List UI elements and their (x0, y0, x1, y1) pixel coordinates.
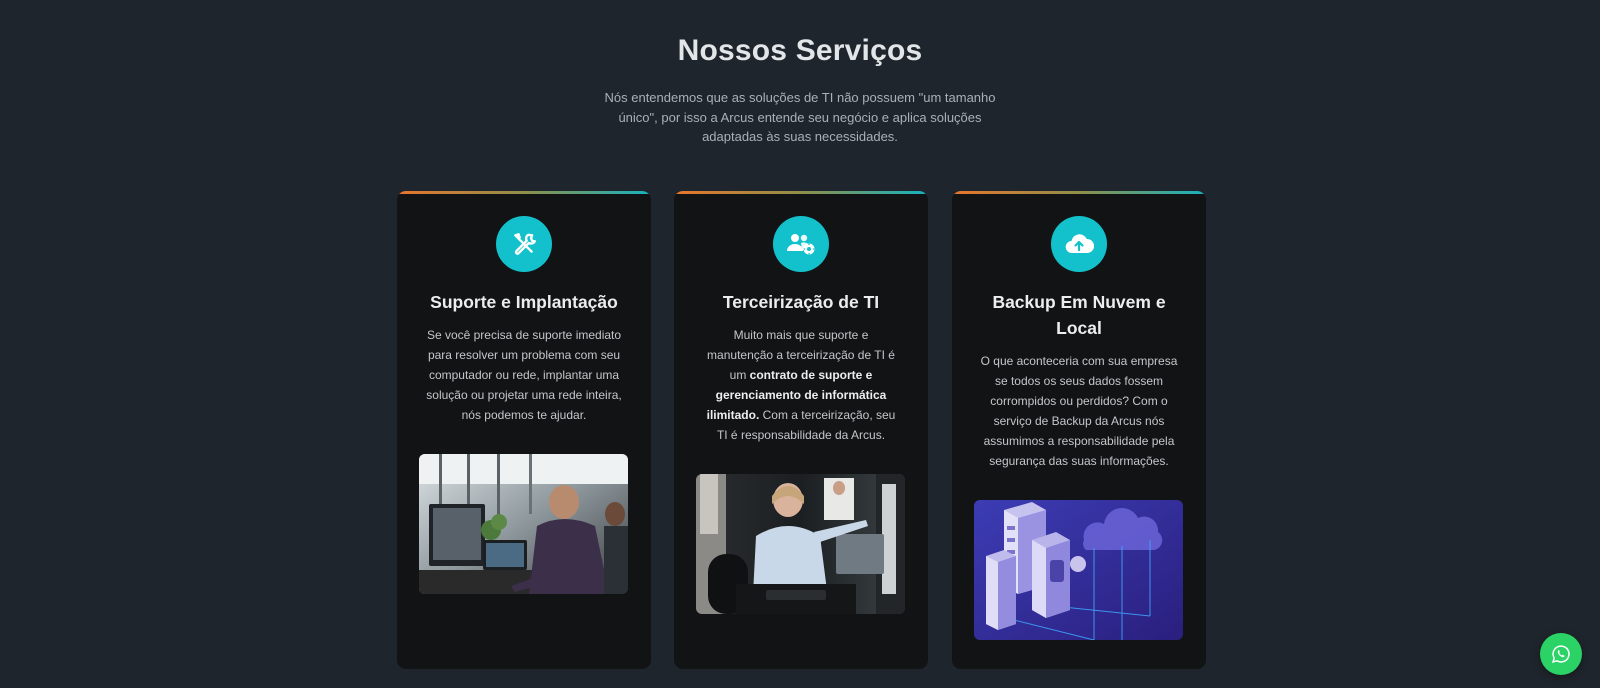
card-title: Backup Em Nuvem e Local (992, 292, 1166, 338)
card-title: Suporte e Implantação (430, 292, 618, 312)
cloud-servers-illustration (974, 500, 1183, 640)
card-description: Se você precisa de suporte imediato para… (426, 328, 622, 422)
section-title: Nossos Serviços (677, 34, 923, 67)
card-accent-bar (674, 191, 928, 194)
users-gear-icon (773, 216, 829, 272)
tools-icon (496, 216, 552, 272)
service-card-backup: Backup Em Nuvem e Local O que aconteceri… (952, 191, 1206, 669)
woman-pointing-at-screen-photo (696, 474, 905, 614)
cloud-upload-icon (1051, 216, 1107, 272)
section-intro: Nós entendemos que as soluções de TI não… (604, 90, 996, 144)
card-accent-bar (397, 191, 651, 194)
person-at-computer-photo (419, 454, 628, 594)
card-accent-bar (952, 191, 1206, 194)
whatsapp-icon[interactable] (1540, 633, 1582, 675)
card-description: O que aconteceria com sua empresa se tod… (980, 354, 1178, 468)
service-card-suporte: Suporte e Implantação Se você precisa de… (397, 191, 651, 669)
card-title: Terceirização de TI (722, 292, 880, 312)
service-card-terceirizacao: Terceirização de TI Muito mais que supor… (674, 191, 928, 669)
card-description: Muito mais que suporte e manutenção a te… (702, 325, 900, 445)
